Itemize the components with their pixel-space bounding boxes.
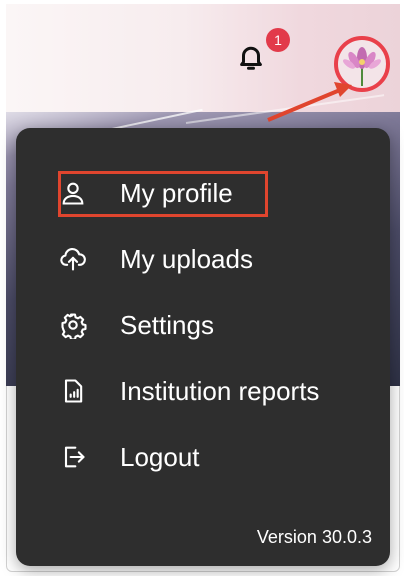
menu-item-label: My uploads [120,243,253,274]
menu-item-logout[interactable]: Logout [58,437,200,477]
user-icon [58,178,88,208]
user-dropdown-menu: My profile My uploads Settings Instituti… [16,128,390,566]
menu-item-settings[interactable]: Settings [58,305,214,345]
menu-item-my-uploads[interactable]: My uploads [58,239,253,279]
bell-icon [236,46,266,76]
menu-item-label: My profile [120,177,233,208]
logout-icon [58,442,88,472]
menu-item-label: Logout [120,441,200,472]
menu-item-institution-reports[interactable]: Institution reports [58,371,319,411]
report-chart-icon [58,376,88,406]
notifications-button[interactable] [236,42,272,78]
avatar[interactable] [334,36,390,92]
menu-item-my-profile[interactable]: My profile [58,173,233,213]
gear-icon [58,310,88,340]
menu-item-label: Settings [120,309,214,340]
menu-item-label: Institution reports [120,375,320,406]
cloud-upload-icon [58,244,88,274]
notification-count-badge: 1 [266,28,290,52]
version-label: Version 30.0.3 [256,527,372,547]
